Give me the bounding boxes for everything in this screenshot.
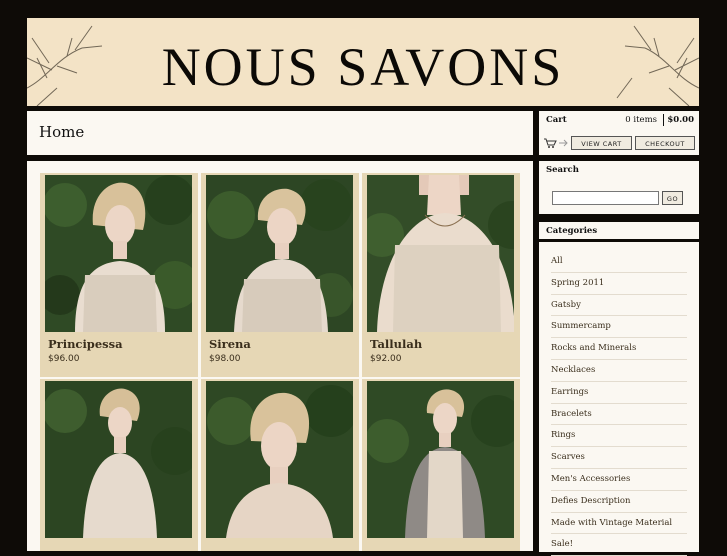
category-link[interactable]: Rings <box>551 425 687 448</box>
site-logo[interactable]: NOUS SAVONS <box>27 40 699 94</box>
product-card[interactable] <box>362 379 520 551</box>
product-photo[interactable] <box>206 381 353 538</box>
category-list: All Spring 2011 Gatsby Summercamp Rocks … <box>551 251 687 556</box>
model-photo-image <box>367 381 514 538</box>
model-photo-image <box>206 381 353 538</box>
model-photo-image <box>206 175 353 332</box>
site-banner[interactable]: NOUS SAVONS <box>27 18 699 106</box>
product-price: $96.00 <box>48 354 80 364</box>
product-card[interactable]: Principessa $96.00 <box>40 173 198 377</box>
search-panel: Search GO <box>539 161 699 214</box>
product-card[interactable]: Sirena $98.00 <box>201 173 359 377</box>
search-input[interactable] <box>552 191 659 205</box>
model-photo-image <box>45 175 192 332</box>
product-grid-panel: Principessa $96.00 Sirena $98.00 Tallula… <box>27 161 533 551</box>
page-title-bar: Home <box>27 111 533 155</box>
cart-item-count: 0 items <box>625 115 657 125</box>
category-link[interactable]: Earrings <box>551 382 687 404</box>
category-link[interactable]: Rocks and Minerals <box>551 338 687 360</box>
model-photo-image <box>45 381 192 538</box>
product-photo[interactable] <box>367 175 514 332</box>
product-name[interactable]: Tallulah <box>370 337 422 351</box>
category-link[interactable]: Men's Accessories <box>551 469 687 491</box>
product-card[interactable] <box>40 379 198 551</box>
cart-panel: Cart 0 items $0.00 VIEW CART CHECKOUT <box>539 111 699 155</box>
category-link[interactable]: Defies Description <box>551 491 687 513</box>
product-card[interactable]: Tallulah $92.00 <box>362 173 520 377</box>
categories-title: Categories <box>546 226 598 236</box>
search-title: Search <box>546 165 579 175</box>
category-link[interactable]: All <box>551 251 687 273</box>
checkout-button[interactable]: CHECKOUT <box>635 136 695 150</box>
page-title: Home <box>39 123 85 141</box>
view-cart-button[interactable]: VIEW CART <box>571 136 632 150</box>
product-price: $98.00 <box>209 354 241 364</box>
product-name[interactable]: Principessa <box>48 337 123 351</box>
shopping-cart-icon <box>544 138 568 148</box>
cart-total: $0.00 <box>667 115 694 125</box>
product-photo[interactable] <box>206 175 353 332</box>
category-link[interactable]: Necklaces <box>551 360 687 382</box>
product-photo[interactable] <box>45 381 192 538</box>
product-price: $92.00 <box>370 354 402 364</box>
product-photo[interactable] <box>45 175 192 332</box>
model-photo-image <box>367 175 514 332</box>
product-photo[interactable] <box>367 381 514 538</box>
category-link[interactable]: Gatsby <box>551 295 687 317</box>
category-link[interactable]: Scarves <box>551 447 687 469</box>
search-go-button[interactable]: GO <box>662 191 683 205</box>
cart-separator <box>663 114 664 126</box>
categories-panel: Categories All Spring 2011 Gatsby Summer… <box>539 222 699 556</box>
product-name[interactable]: Sirena <box>209 337 251 351</box>
category-link[interactable]: Spring 2011 <box>551 273 687 295</box>
cart-label: Cart <box>546 115 567 125</box>
category-link[interactable]: Sale! <box>551 534 687 556</box>
product-card[interactable] <box>201 379 359 551</box>
category-link[interactable]: Made with Vintage Material <box>551 513 687 535</box>
divider <box>539 239 699 242</box>
category-link[interactable]: Summercamp <box>551 316 687 339</box>
category-link[interactable]: Bracelets <box>551 404 687 426</box>
